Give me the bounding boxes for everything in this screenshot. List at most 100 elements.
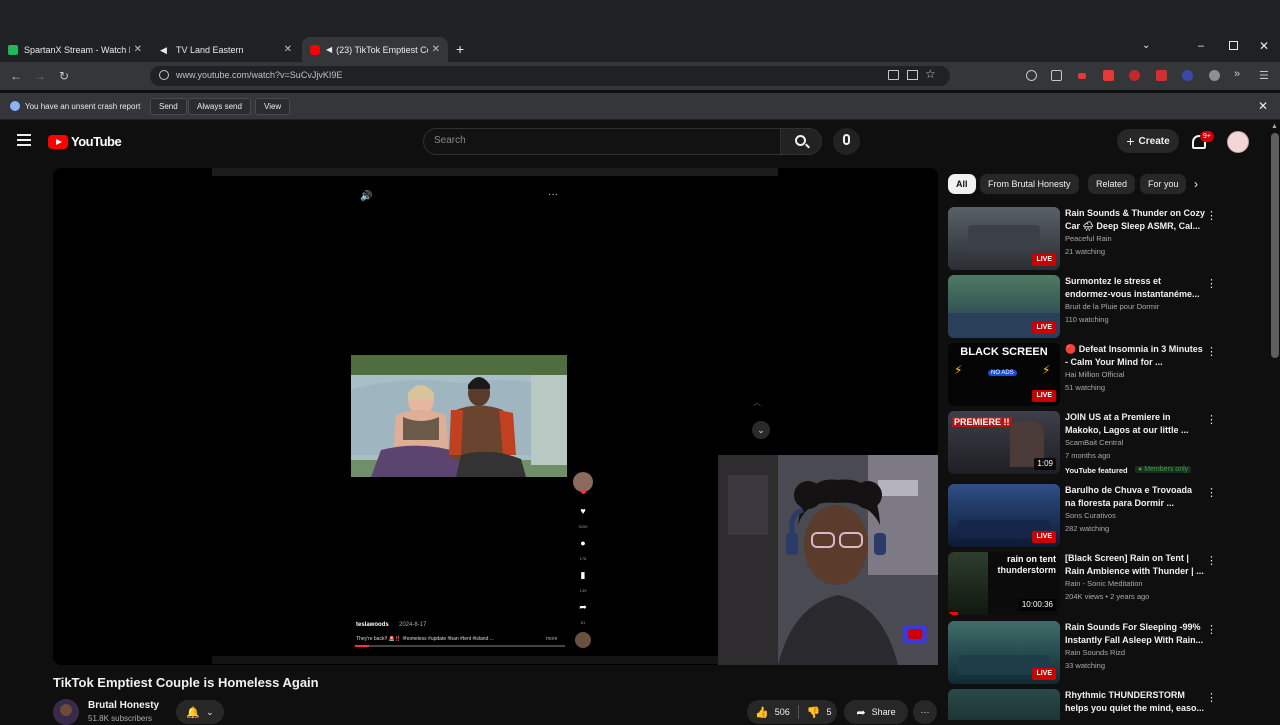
recommendation-channel[interactable]: Rain - Sonic Meditation [1065, 579, 1143, 588]
recommendation-channel[interactable]: Sons Curativos [1065, 511, 1116, 520]
profile-extension-icon[interactable] [1026, 70, 1037, 81]
webcam-overlay [718, 455, 938, 665]
more-vertical-icon[interactable]: ⋮ [1206, 486, 1217, 499]
channel-avatar[interactable] [53, 699, 79, 725]
view-button[interactable]: View [255, 98, 291, 115]
more-vertical-icon[interactable]: ⋮ [1206, 345, 1217, 358]
cast-icon[interactable] [907, 70, 918, 80]
red-extension-icon[interactable] [1103, 70, 1114, 81]
share-button[interactable]: ➦ Share [844, 700, 908, 724]
chip-related[interactable]: Related [1088, 174, 1136, 194]
chip-all[interactable]: All [948, 174, 976, 194]
more-vertical-icon[interactable]: ⋮ [1206, 691, 1217, 704]
new-tab-button[interactable]: + [456, 41, 464, 57]
minimize-window-icon[interactable]: – [1198, 40, 1204, 52]
recommendation-item[interactable]: rain on tent thunderstorm 10:00:36 [Blac… [948, 552, 1218, 616]
menu-icon[interactable]: ☰ [1259, 69, 1269, 82]
recommendation-channel[interactable]: Rain Sounds Rizd [1065, 648, 1125, 657]
close-tab-icon[interactable]: ✕ [284, 44, 292, 55]
url-text[interactable]: www.youtube.com/watch?v=SuCvJjvKI9E [176, 70, 342, 80]
browser-tab-youtube[interactable]: ◀ (23) TikTok Emptiest Couple ✕ [302, 37, 448, 62]
browser-tab-spartanx[interactable]: SpartanX Stream - Watch Live c ✕ [0, 37, 150, 62]
always-send-button[interactable]: Always send [188, 98, 251, 115]
record-extension-icon[interactable] [1078, 73, 1086, 79]
recommendation-title[interactable]: Surmontez le stress et endormez-vous ins… [1065, 275, 1205, 301]
more-vertical-icon[interactable]: ⋮ [1206, 623, 1217, 636]
recommendation-channel[interactable]: Bruit de la Pluie pour Dormir [1065, 302, 1159, 311]
chip-from-brutal-honesty[interactable]: From Brutal Honesty [980, 174, 1079, 194]
recommendation-title[interactable]: JOIN US at a Premiere in Makoko, Lagos a… [1065, 411, 1205, 437]
more-vertical-icon[interactable]: ⋮ [1206, 413, 1217, 426]
guide-menu-icon[interactable] [17, 134, 31, 146]
recommendation-title[interactable]: [Black Screen] Rain on Tent | Rain Ambie… [1065, 552, 1205, 578]
tiktok-bottom-strip [212, 656, 778, 664]
recommendation-thumbnail[interactable] [948, 689, 1060, 720]
browser-tab-tvland[interactable]: ◀ TV Land Eastern ✕ [152, 37, 300, 62]
close-window-icon[interactable]: ✕ [1259, 39, 1269, 53]
chip-for-you[interactable]: For you [1140, 174, 1186, 194]
restore-window-icon[interactable] [1229, 41, 1238, 50]
puzzle-extension-icon[interactable] [1051, 70, 1062, 81]
site-info-icon[interactable] [159, 70, 169, 80]
gear-extension-icon[interactable] [1209, 70, 1220, 81]
forward-arrow-icon[interactable]: → [33, 69, 47, 83]
reload-icon[interactable]: ↻ [57, 69, 71, 83]
recommendation-channel[interactable]: ScamBait Central [1065, 438, 1123, 447]
speaker-icon: ◀ [160, 44, 167, 55]
tiktok-username: teslawoods [356, 622, 389, 628]
more-vertical-icon[interactable]: ⋮ [1206, 554, 1217, 567]
extensions-overflow-icon[interactable]: » [1234, 68, 1240, 80]
pin-extension-icon[interactable] [1129, 70, 1140, 81]
dislike-count[interactable]: 5 [826, 707, 831, 717]
recommendation-thumbnail[interactable]: LIVE [948, 621, 1060, 684]
create-button[interactable]: + Create [1117, 129, 1179, 153]
recommendation-item[interactable]: BLACK SCREEN NO ADS ⚡ ⚡ LIVE 🔴 Defeat In… [948, 343, 1218, 407]
close-tab-icon[interactable]: ✕ [432, 44, 440, 55]
tab-search-chevron-down-icon[interactable]: ⌄ [1142, 40, 1150, 51]
recommendation-meta: 51 watching [1065, 383, 1106, 392]
recommendation-thumbnail[interactable]: LIVE [948, 484, 1060, 547]
send-button[interactable]: Send [150, 98, 187, 115]
bookmark-star-icon[interactable]: ☆ [925, 67, 936, 81]
video-extension-icon[interactable] [1156, 70, 1167, 81]
more-vertical-icon[interactable]: ⋮ [1206, 209, 1217, 222]
search-button[interactable] [780, 128, 822, 155]
back-arrow-icon[interactable]: ← [9, 69, 23, 83]
youtube-logo[interactable]: YouTube [48, 134, 122, 149]
dislike-icon[interactable]: 👎 [807, 706, 821, 719]
account-avatar[interactable] [1227, 131, 1249, 153]
recommendation-channel[interactable]: Peaceful Rain [1065, 234, 1112, 243]
recommendation-channel[interactable]: Hai Million Official [1065, 370, 1124, 379]
recommendation-title[interactable]: Rain Sounds For Sleeping -99% Instantly … [1065, 621, 1205, 647]
close-tab-icon[interactable]: ✕ [134, 44, 142, 55]
recommendation-thumbnail[interactable]: rain on tent thunderstorm 10:00:36 [948, 552, 1060, 615]
chips-next-chevron-icon[interactable]: › [1194, 177, 1198, 191]
recommendation-item[interactable]: LIVE Rain Sounds For Sleeping -99% Insta… [948, 621, 1218, 685]
more-actions-button[interactable]: ··· [913, 700, 937, 724]
recommendation-title[interactable]: Barulho de Chuva e Trovoada na floresta … [1065, 484, 1205, 510]
recommendation-title[interactable]: 🔴 Defeat Insomnia in 3 Minutes - Calm Yo… [1065, 343, 1205, 369]
scroll-up-arrow-icon[interactable]: ▲ [1271, 123, 1278, 130]
channel-name[interactable]: Brutal Honesty [88, 700, 159, 711]
scrollbar-thumb[interactable] [1271, 133, 1279, 358]
recommendation-thumbnail[interactable]: BLACK SCREEN NO ADS ⚡ ⚡ LIVE [948, 343, 1060, 406]
recommendation-item[interactable]: LIVE Surmontez le stress et endormez-vou… [948, 275, 1218, 339]
recommendation-title[interactable]: Rain Sounds & Thunder on Cozy Car 🌧 Deep… [1065, 207, 1205, 233]
recommendation-thumbnail[interactable]: PREMIERE !! 1:09 [948, 411, 1060, 474]
subscribed-notifications-button[interactable]: 🔔 ⌄ [176, 700, 224, 724]
blue-extension-icon[interactable] [1182, 70, 1193, 81]
recommendation-thumbnail[interactable]: LIVE [948, 207, 1060, 270]
search-input[interactable]: Search [423, 128, 781, 155]
recommendation-item[interactable]: PREMIERE !! 1:09 JOIN US at a Premiere i… [948, 411, 1218, 475]
recommendation-thumbnail[interactable]: LIVE [948, 275, 1060, 338]
close-infobar-icon[interactable]: ✕ [1258, 99, 1268, 113]
install-app-icon[interactable] [888, 70, 899, 80]
recommendation-item[interactable]: LIVE Rain Sounds & Thunder on Cozy Car 🌧… [948, 207, 1218, 271]
recommendation-title[interactable]: Rhythmic THUNDERSTORM helps you quiet th… [1065, 689, 1205, 715]
like-count[interactable]: 506 [775, 707, 790, 717]
recommendation-item[interactable]: Rhythmic THUNDERSTORM helps you quiet th… [948, 689, 1218, 720]
more-vertical-icon[interactable]: ⋮ [1206, 277, 1217, 290]
voice-search-button[interactable] [833, 128, 860, 155]
like-icon[interactable]: 👍 [755, 706, 769, 719]
recommendation-item[interactable]: LIVE Barulho de Chuva e Trovoada na flor… [948, 484, 1218, 548]
